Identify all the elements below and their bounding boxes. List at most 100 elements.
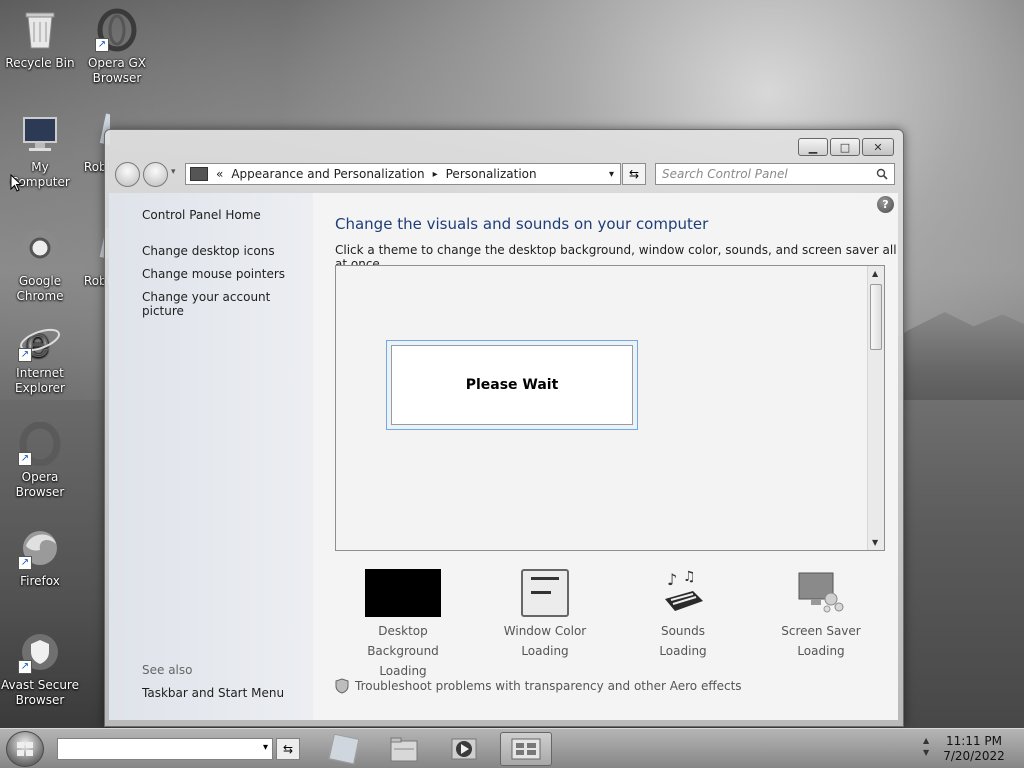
maximize-button[interactable]: □ <box>830 138 860 156</box>
main-content-pane: ? Change the visuals and sounds on your … <box>313 193 898 720</box>
svg-text:♫: ♫ <box>683 569 696 585</box>
start-button[interactable] <box>6 731 44 767</box>
desktop-background-label: Desktop Background <box>367 624 439 658</box>
folder-icon <box>390 737 418 762</box>
avast-icon: ↗ <box>18 630 62 674</box>
shortcut-arrow-icon: ↗ <box>18 660 32 674</box>
firefox-icon: ↗ <box>18 526 62 570</box>
control-panel-home-link[interactable]: Control Panel Home <box>142 208 261 222</box>
control-panel-icon <box>190 167 208 181</box>
control-panel-icon <box>511 738 541 760</box>
navigation-bar: ▾ « Appearance and Personalization ▸ Per… <box>113 161 895 187</box>
sounds-label: Sounds <box>660 624 706 638</box>
page-heading: Change the visuals and sounds on your co… <box>335 215 709 233</box>
desktop-icon-label: Internet Explorer <box>15 366 65 395</box>
see-also-label: See also <box>142 663 193 677</box>
desktop-icon-opera-browser[interactable]: ↗ Opera Browser <box>0 421 80 500</box>
address-prefix[interactable]: « <box>212 167 227 181</box>
left-task-pane: Control Panel Home Change desktop icons … <box>109 193 313 720</box>
mouse-cursor-icon <box>10 174 22 192</box>
sounds-status: Loading <box>659 644 707 658</box>
search-placeholder: Search Control Panel <box>662 167 788 181</box>
desktop-icon-firefox[interactable]: ↗ Firefox <box>0 526 80 589</box>
shield-icon <box>335 678 349 694</box>
window-color-icon <box>521 569 569 617</box>
refresh-button[interactable]: ⇆ <box>622 163 646 185</box>
window-color-status: Loading <box>521 644 569 658</box>
clock-time: 11:11 PM <box>946 734 1002 748</box>
screen-saver-item[interactable]: Screen Saver Loading <box>761 569 881 661</box>
please-wait-text: Please Wait <box>391 345 633 425</box>
media-player-icon <box>451 738 477 760</box>
forward-button[interactable] <box>143 162 168 187</box>
search-input[interactable]: Search Control Panel <box>655 163 895 185</box>
system-tray: ▲ ▼ 11:11 PM 7/20/2022 <box>920 729 1024 768</box>
desktop-background-icon <box>365 569 441 617</box>
taskbar-roblox-button[interactable] <box>318 732 370 766</box>
help-icon[interactable]: ? <box>877 196 894 213</box>
shortcut-arrow-icon: ↗ <box>18 556 32 570</box>
minimize-button[interactable]: ▁ <box>798 138 828 156</box>
opera-icon: ↗ <box>18 421 62 467</box>
clock-date: 7/20/2022 <box>943 749 1005 763</box>
recent-pages-dropdown-icon[interactable]: ▾ <box>171 167 176 177</box>
desktop-icon-label: Avast Secure Browser <box>1 678 79 707</box>
desktop-icon-recycle-bin[interactable]: Recycle Bin <box>0 8 80 71</box>
sounds-icon: ♪ ♫ <box>659 569 707 617</box>
screen-saver-label: Screen Saver <box>781 624 861 638</box>
change-mouse-pointers-link[interactable]: Change mouse pointers <box>142 267 285 281</box>
scroll-down-icon[interactable]: ▼ <box>872 538 878 547</box>
computer-icon <box>18 112 62 156</box>
desktop-icon-label: Opera GX Browser <box>87 56 147 85</box>
taskbar-media-player-button[interactable] <box>438 732 490 766</box>
breadcrumb-separator-icon[interactable]: ▸ <box>429 169 442 180</box>
window-caption-buttons: ▁ □ ✕ <box>798 138 894 156</box>
desktop-icon-internet-explorer[interactable]: e ↗ Internet Explorer <box>0 318 80 396</box>
theme-list-scrollbar[interactable]: ▲ ▼ <box>867 266 884 550</box>
back-button[interactable] <box>115 162 140 187</box>
search-icon[interactable] <box>876 168 888 180</box>
desktop-icon-label: Firefox <box>20 574 60 588</box>
desktop-icon-opera-gx[interactable]: ↗ Opera GX Browser <box>77 8 157 86</box>
screen-saver-status: Loading <box>797 644 845 658</box>
show-hidden-icons-button[interactable]: ▲ ▼ <box>923 735 929 759</box>
svg-text:♪: ♪ <box>667 570 677 589</box>
please-wait-dialog: Please Wait <box>386 340 638 430</box>
change-desktop-icons-link[interactable]: Change desktop icons <box>142 244 275 258</box>
taskbar-refresh-button[interactable]: ⇆ <box>276 738 300 760</box>
taskbar-address-dropdown-icon[interactable]: ▾ <box>263 742 268 753</box>
screen-saver-icon <box>797 569 845 617</box>
taskbar: ▾ ⇆ ▲ ▼ 11:11 PM 7/20/2022 <box>0 728 1024 768</box>
taskbar-address-input[interactable]: ▾ <box>57 738 273 760</box>
taskbar-control-panel-button[interactable] <box>500 732 552 766</box>
address-dropdown-icon[interactable]: ▾ <box>609 169 614 180</box>
shortcut-arrow-icon: ↗ <box>18 452 32 466</box>
personalization-window: ▁ □ ✕ ▾ « Appearance and Personalization… <box>104 129 904 727</box>
troubleshoot-link-text[interactable]: Troubleshoot problems with transparency … <box>355 679 742 693</box>
taskbar-explorer-button[interactable] <box>378 732 430 766</box>
troubleshoot-link[interactable]: Troubleshoot problems with transparency … <box>335 678 742 694</box>
taskbar-start-menu-link[interactable]: Taskbar and Start Menu <box>142 686 284 700</box>
windows-logo-icon <box>17 742 33 756</box>
chrome-icon <box>18 226 62 270</box>
clock[interactable]: 11:11 PM 7/20/2022 <box>938 734 1010 764</box>
scrollbar-thumb[interactable] <box>870 284 882 350</box>
roblox-icon <box>328 733 360 765</box>
close-button[interactable]: ✕ <box>862 138 894 156</box>
shortcut-arrow-icon: ↗ <box>95 38 109 52</box>
ie-icon: e ↗ <box>18 318 62 367</box>
opera-gx-icon: ↗ <box>95 8 139 52</box>
breadcrumb-personalization[interactable]: Personalization <box>442 167 541 181</box>
window-color-item[interactable]: Window Color Loading <box>485 569 605 661</box>
desktop-icon-avast-secure-browser[interactable]: ↗ Avast Secure Browser <box>0 630 80 708</box>
scroll-up-icon[interactable]: ▲ <box>872 269 878 278</box>
window-color-label: Window Color <box>503 624 587 638</box>
breadcrumb-appearance[interactable]: Appearance and Personalization <box>227 167 428 181</box>
address-bar[interactable]: « Appearance and Personalization ▸ Perso… <box>185 163 621 185</box>
desktop-background-item[interactable]: Desktop Background Loading <box>343 569 463 681</box>
desktop-icon-label: Opera Browser <box>15 470 65 499</box>
sounds-item[interactable]: ♪ ♫ Sounds Loading <box>623 569 743 661</box>
theme-list[interactable]: ▲ ▼ Please Wait <box>335 265 885 551</box>
change-account-picture-link[interactable]: Change your account picture <box>142 290 313 318</box>
recycle-bin-icon <box>18 8 62 52</box>
